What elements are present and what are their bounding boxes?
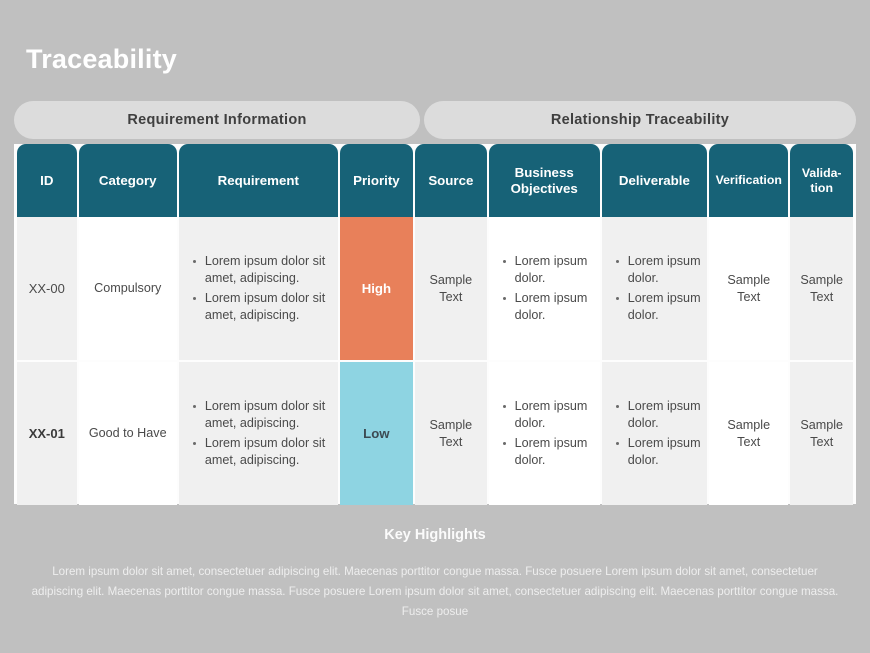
cell-id: XX-00 [17, 217, 77, 360]
column-header-priority[interactable]: Priority [339, 144, 414, 217]
list-item: Lorem ipsum dolor. [501, 290, 594, 325]
group-banner-relationship-traceability: Relationship Traceability [424, 101, 856, 139]
list-item: Lorem ipsum dolor sit amet, adipiscing. [191, 290, 332, 325]
group-banner-requirement-information: Requirement Information [14, 101, 420, 139]
cell-source: Sample Text [415, 217, 487, 360]
column-header-business-objectives[interactable]: Business Objectives [488, 144, 600, 217]
cell-deliverable: Lorem ipsum dolor. Lorem ipsum dolor. [601, 362, 708, 505]
list-item: Lorem ipsum dolor. [501, 435, 594, 470]
cell-priority-badge: High [339, 217, 414, 360]
cell-requirement: Lorem ipsum dolor sit amet, adipiscing. … [178, 217, 338, 360]
table-header-row: ID Category Requirement Priority Source … [14, 144, 856, 217]
list-item: Lorem ipsum dolor. [614, 290, 701, 325]
table-row: XX-00 Compulsory Lorem ipsum dolor sit a… [17, 217, 853, 360]
list-item: Lorem ipsum dolor. [501, 253, 594, 288]
list-item: Lorem ipsum dolor sit amet, adipiscing. [191, 398, 332, 433]
key-highlights-body: Lorem ipsum dolor sit amet, consectetuer… [31, 565, 839, 618]
deliverable-bullet-list: Lorem ipsum dolor. Lorem ipsum dolor. [614, 396, 701, 472]
cell-business-objectives: Lorem ipsum dolor. Lorem ipsum dolor. [488, 362, 600, 505]
list-item: Lorem ipsum dolor. [614, 398, 701, 433]
cell-validation: Sample Text [790, 217, 853, 360]
requirement-bullet-list: Lorem ipsum dolor sit amet, adipiscing. … [191, 396, 332, 472]
deliverable-bullet-list: Lorem ipsum dolor. Lorem ipsum dolor. [614, 251, 701, 327]
cell-category: Good to Have [78, 362, 177, 505]
column-header-source[interactable]: Source [415, 144, 487, 217]
business-objectives-bullet-list: Lorem ipsum dolor. Lorem ipsum dolor. [501, 396, 594, 472]
column-header-verification[interactable]: Verification [709, 144, 789, 217]
list-item: Lorem ipsum dolor. [501, 398, 594, 433]
column-header-validation[interactable]: Valida- tion [790, 144, 853, 217]
column-header-requirement[interactable]: Requirement [178, 144, 338, 217]
list-item: Lorem ipsum dolor. [614, 435, 701, 470]
group-banner-left-label: Requirement Information [127, 112, 307, 128]
group-banner-right-label: Relationship Traceability [550, 112, 730, 128]
traceability-table-panel: ID Category Requirement Priority Source … [14, 144, 856, 505]
page-title: Traceability [26, 44, 177, 74]
table-body: XX-00 Compulsory Lorem ipsum dolor sit a… [14, 217, 856, 505]
slide-canvas: Traceability Requirement Information Rel… [0, 0, 870, 653]
cell-priority-badge: Low [339, 362, 414, 505]
cell-requirement: Lorem ipsum dolor sit amet, adipiscing. … [178, 362, 338, 505]
requirement-bullet-list: Lorem ipsum dolor sit amet, adipiscing. … [191, 251, 332, 327]
cell-category: Compulsory [78, 217, 177, 360]
cell-id: XX-01 [17, 362, 77, 505]
cell-source: Sample Text [415, 362, 487, 505]
cell-business-objectives: Lorem ipsum dolor. Lorem ipsum dolor. [488, 217, 600, 360]
column-header-id[interactable]: ID [17, 144, 77, 217]
list-item: Lorem ipsum dolor sit amet, adipiscing. [191, 253, 332, 288]
cell-verification: Sample Text [709, 217, 789, 360]
traceability-table: ID Category Requirement Priority Source … [14, 144, 856, 505]
list-item: Lorem ipsum dolor. [614, 253, 701, 288]
column-header-category[interactable]: Category [78, 144, 177, 217]
business-objectives-bullet-list: Lorem ipsum dolor. Lorem ipsum dolor. [501, 251, 594, 327]
cell-deliverable: Lorem ipsum dolor. Lorem ipsum dolor. [601, 217, 708, 360]
table-row: XX-01 Good to Have Lorem ipsum dolor sit… [17, 362, 853, 505]
column-header-deliverable[interactable]: Deliverable [601, 144, 707, 217]
cell-validation: Sample Text [790, 362, 853, 505]
key-highlights-title: Key Highlights [384, 527, 486, 543]
cell-verification: Sample Text [709, 362, 789, 505]
list-item: Lorem ipsum dolor sit amet, adipiscing. [191, 435, 332, 470]
